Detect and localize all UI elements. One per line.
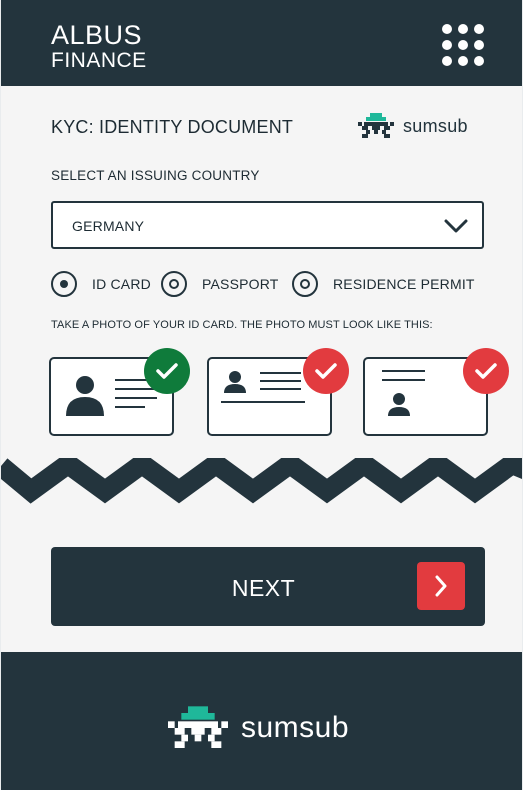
check-icon <box>144 348 190 394</box>
next-button[interactable]: NEXT <box>51 547 485 626</box>
app-footer: sumsub <box>1 652 522 790</box>
radio-id-card[interactable]: ID CARD <box>51 271 151 297</box>
country-select[interactable]: GERMANY <box>51 201 484 249</box>
radio-label-passport: PASSPORT <box>202 276 279 292</box>
check-icon <box>303 348 349 394</box>
page-title: KYC: IDENTITY DOCUMENT <box>51 117 294 137</box>
radio-circle <box>161 271 187 297</box>
brand-line2: FINANCE <box>51 49 147 72</box>
photo-instruction: TAKE A PHOTO OF YOUR ID CARD. THE PHOTO … <box>51 319 433 331</box>
provider-logo: sumsub <box>358 113 468 139</box>
grid-menu-icon[interactable] <box>442 24 484 66</box>
footer-provider-name: sumsub <box>241 711 350 744</box>
next-label: NEXT <box>231 575 296 601</box>
radio-circle-selected <box>51 271 77 297</box>
country-label: SELECT AN ISSUING COUNTRY <box>51 168 260 183</box>
check-icon <box>463 348 509 394</box>
radio-passport[interactable]: PASSPORT <box>161 271 279 297</box>
kyc-screen: ALBUS FINANCE KYC: IDENTITY DOCUMENT sum… <box>1 0 522 790</box>
chevron-down-icon <box>444 219 468 233</box>
radio-label-residence-permit: RESIDENCE PERMIT <box>333 276 475 292</box>
chevron-right-icon <box>417 562 465 610</box>
brand-logo: ALBUS FINANCE <box>51 20 147 72</box>
brand-line1: ALBUS <box>51 20 143 50</box>
footer-provider-logo: sumsub <box>168 706 349 750</box>
app-header: ALBUS FINANCE <box>1 0 522 86</box>
radio-label-id-card: ID CARD <box>92 276 151 292</box>
sumsub-icon <box>358 113 394 138</box>
country-value: GERMANY <box>72 218 145 234</box>
provider-name: sumsub <box>403 115 468 136</box>
radio-residence-permit[interactable]: RESIDENCE PERMIT <box>292 271 475 297</box>
zigzag-divider <box>1 458 522 504</box>
sumsub-icon <box>168 706 228 748</box>
radio-circle <box>292 271 318 297</box>
